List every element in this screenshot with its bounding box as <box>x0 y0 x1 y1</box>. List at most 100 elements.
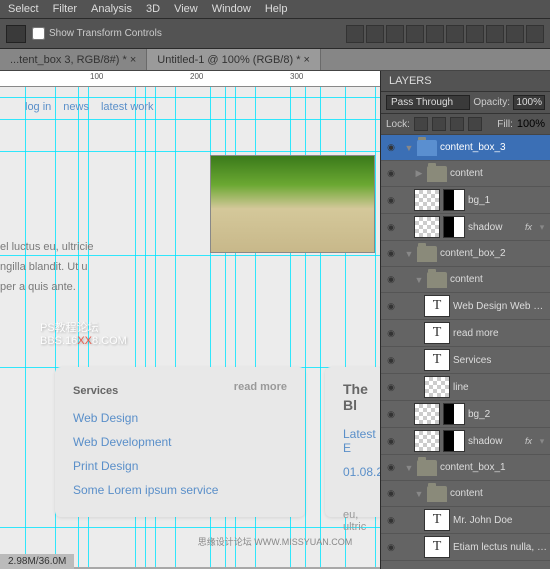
horizontal-ruler[interactable]: 100 200 300 <box>0 71 380 87</box>
service-link[interactable]: Web Development <box>73 435 287 449</box>
layer-name[interactable]: content <box>450 488 547 499</box>
layer-name[interactable]: Mr. John Doe <box>453 515 547 526</box>
layer-mask-thumb <box>443 403 465 425</box>
layer-row[interactable]: bg_2 <box>381 401 550 428</box>
layer-row[interactable]: ▼ content_box_2 <box>381 241 550 267</box>
layer-name[interactable]: read more <box>453 328 547 339</box>
expand-arrow-icon[interactable]: ▶ <box>414 168 424 179</box>
layer-name[interactable]: shadow <box>468 436 522 447</box>
layer-name[interactable]: Etiam lectus nulla, ves... <box>453 542 547 553</box>
layer-row[interactable]: ▼ content_box_1 <box>381 455 550 481</box>
nav-link[interactable]: latest work <box>101 101 154 113</box>
visibility-toggle-icon[interactable] <box>384 299 398 313</box>
visibility-toggle-icon[interactable] <box>384 193 398 207</box>
expand-arrow-icon[interactable]: ▼ <box>404 249 414 259</box>
visibility-toggle-icon[interactable] <box>384 167 398 181</box>
align-icon[interactable] <box>386 25 404 43</box>
align-icon[interactable] <box>346 25 364 43</box>
layer-name[interactable]: Web Design Web Dev... <box>453 301 547 312</box>
visibility-toggle-icon[interactable] <box>384 513 398 527</box>
layer-name[interactable]: content <box>450 274 547 285</box>
menu-help[interactable]: Help <box>265 3 288 15</box>
visibility-toggle-icon[interactable] <box>384 353 398 367</box>
layer-name[interactable]: bg_1 <box>468 195 547 206</box>
lock-transparency-icon[interactable] <box>414 117 428 131</box>
tool-preset-dropdown[interactable] <box>6 25 26 43</box>
visibility-toggle-icon[interactable] <box>384 141 398 155</box>
document-tab-active[interactable]: Untitled-1 @ 100% (RGB/8) * × <box>147 49 321 70</box>
image-layer[interactable] <box>210 155 375 253</box>
visibility-toggle-icon[interactable] <box>384 220 398 234</box>
lock-image-icon[interactable] <box>432 117 446 131</box>
visibility-toggle-icon[interactable] <box>384 247 398 261</box>
layer-name[interactable]: content_box_3 <box>440 142 547 153</box>
layer-name[interactable]: line <box>453 382 547 393</box>
canvas[interactable]: log in news latest work el luctus eu, ul… <box>0 87 380 567</box>
layer-row[interactable]: ▼ content <box>381 267 550 293</box>
align-icon[interactable] <box>446 25 464 43</box>
fx-badge[interactable]: fx <box>525 436 532 446</box>
layer-row[interactable]: Services <box>381 347 550 374</box>
visibility-toggle-icon[interactable] <box>384 434 398 448</box>
expand-arrow-icon[interactable]: ▼ <box>404 463 414 473</box>
menu-select[interactable]: Select <box>8 3 39 15</box>
align-icon[interactable] <box>426 25 444 43</box>
expand-arrow-icon[interactable]: ▼ <box>414 275 424 285</box>
menu-view[interactable]: View <box>174 3 198 15</box>
menu-3d[interactable]: 3D <box>146 3 160 15</box>
layer-name[interactable]: content_box_2 <box>440 248 547 259</box>
layer-row[interactable]: ▶ content <box>381 161 550 187</box>
show-transform-checkbox[interactable]: Show Transform Controls <box>32 27 162 40</box>
layer-name[interactable]: bg_2 <box>468 409 547 420</box>
layer-row[interactable]: shadowfx▾ <box>381 428 550 455</box>
visibility-toggle-icon[interactable] <box>384 540 398 554</box>
layer-row[interactable]: ▼ content <box>381 481 550 507</box>
blog-card[interactable]: The Bl Latest E 01.08.2 eu, ultric <box>325 367 380 517</box>
layer-row[interactable]: Web Design Web Dev... <box>381 293 550 320</box>
distribute-icon[interactable] <box>486 25 504 43</box>
menu-analysis[interactable]: Analysis <box>91 3 132 15</box>
service-link[interactable]: Web Design <box>73 411 287 425</box>
layers-panel: LAYERS Pass Through Opacity: 100% Lock: … <box>380 71 550 569</box>
menu-window[interactable]: Window <box>212 3 251 15</box>
layer-name[interactable]: shadow <box>468 222 522 233</box>
service-link[interactable]: Print Design <box>73 459 287 473</box>
lock-all-icon[interactable] <box>468 117 482 131</box>
expand-arrow-icon[interactable]: ▼ <box>414 489 424 499</box>
read-more-link[interactable]: read more <box>234 381 287 393</box>
service-link[interactable]: Some Lorem ipsum service <box>73 483 287 497</box>
visibility-toggle-icon[interactable] <box>384 326 398 340</box>
distribute-icon[interactable] <box>526 25 544 43</box>
services-card[interactable]: Servicesread more Web Design Web Develop… <box>55 367 305 517</box>
fill-input[interactable]: 100% <box>517 118 545 130</box>
visibility-toggle-icon[interactable] <box>384 380 398 394</box>
layer-name[interactable]: content_box_1 <box>440 462 547 473</box>
layer-name[interactable]: content <box>450 168 547 179</box>
visibility-toggle-icon[interactable] <box>384 273 398 287</box>
layer-row[interactable]: bg_1 <box>381 187 550 214</box>
layers-tab[interactable]: LAYERS <box>381 71 550 92</box>
document-tab[interactable]: ...tent_box 3, RGB/8#) * × <box>0 49 147 70</box>
layer-row[interactable]: read more <box>381 320 550 347</box>
fx-badge[interactable]: fx <box>525 222 532 232</box>
layer-row[interactable]: ▼ content_box_3 <box>381 135 550 161</box>
visibility-toggle-icon[interactable] <box>384 407 398 421</box>
blend-mode-dropdown[interactable]: Pass Through <box>386 95 470 110</box>
nav-link[interactable]: news <box>63 101 89 113</box>
distribute-icon[interactable] <box>466 25 484 43</box>
visibility-toggle-icon[interactable] <box>384 461 398 475</box>
align-icon[interactable] <box>406 25 424 43</box>
opacity-input[interactable]: 100% <box>513 95 545 110</box>
expand-arrow-icon[interactable]: ▼ <box>404 143 414 153</box>
distribute-icon[interactable] <box>506 25 524 43</box>
layer-row[interactable]: Mr. John Doe <box>381 507 550 534</box>
layer-row[interactable]: line <box>381 374 550 401</box>
layer-row[interactable]: shadowfx▾ <box>381 214 550 241</box>
nav-link[interactable]: log in <box>25 101 51 113</box>
layer-name[interactable]: Services <box>453 355 547 366</box>
visibility-toggle-icon[interactable] <box>384 487 398 501</box>
align-icon[interactable] <box>366 25 384 43</box>
menu-filter[interactable]: Filter <box>53 3 77 15</box>
lock-position-icon[interactable] <box>450 117 464 131</box>
layer-row[interactable]: Etiam lectus nulla, ves... <box>381 534 550 561</box>
